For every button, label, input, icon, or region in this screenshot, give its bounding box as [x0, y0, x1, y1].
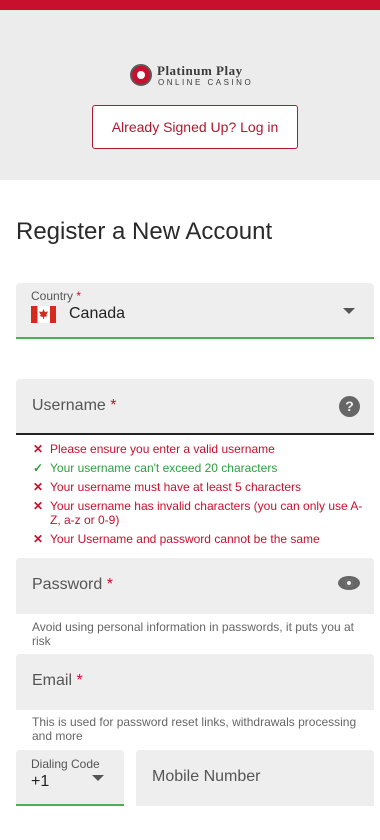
password-hint: Avoid using personal information in pass…: [32, 620, 354, 648]
dialing-code-value: +1: [31, 773, 50, 790]
logo-title: Platinum Play: [157, 63, 243, 78]
dialing-code-label: Dialing Code: [31, 757, 100, 771]
dialing-code-select[interactable]: Dialing Code +1: [16, 750, 124, 806]
chevron-down-icon: [343, 308, 355, 314]
mobile-number-input[interactable]: Mobile Number: [136, 750, 374, 806]
page-title: Register a New Account: [16, 218, 273, 245]
check-icon: ✓: [33, 461, 44, 475]
password-placeholder: Password *: [32, 576, 113, 593]
error-icon: ✕: [33, 499, 44, 513]
username-input[interactable]: Username * ?: [16, 379, 374, 435]
brand-logo[interactable]: Platinum Play ONLINE CASINO: [130, 55, 260, 91]
email-hint: This is used for password reset links, w…: [32, 715, 357, 743]
logo-badge-icon: [130, 64, 152, 86]
canada-flag-icon: [31, 306, 56, 323]
error-icon: ✕: [33, 442, 44, 456]
country-select[interactable]: Country * Canada: [16, 283, 374, 339]
page-header: Platinum Play ONLINE CASINO Already Sign…: [0, 10, 380, 180]
question-icon[interactable]: ?: [339, 396, 360, 417]
logo-subtitle: ONLINE CASINO: [158, 78, 254, 87]
username-rule: ✕ Your Username and password cannot be th…: [33, 532, 320, 546]
chevron-down-icon: [92, 775, 104, 781]
username-rules-list: ✕ Please ensure you enter a valid usernam…: [33, 442, 373, 551]
eye-icon[interactable]: [338, 576, 360, 590]
username-rule: ✕ Your username must have at least 5 char…: [33, 480, 302, 494]
username-rule: ✓ Your username can't exceed 20 character…: [33, 461, 278, 475]
error-icon: ✕: [33, 480, 44, 494]
top-accent-bar: [0, 0, 380, 10]
mobile-placeholder: Mobile Number: [152, 768, 261, 785]
email-placeholder: Email *: [32, 672, 83, 689]
password-input[interactable]: Password *: [16, 558, 374, 614]
username-placeholder: Username *: [32, 397, 117, 414]
email-input[interactable]: Email *: [16, 654, 374, 710]
error-icon: ✕: [33, 532, 44, 546]
username-rule: ✕ Your username has invalid characters (y…: [33, 499, 363, 527]
login-button[interactable]: Already Signed Up? Log in: [92, 105, 298, 149]
username-rule: ✕ Please ensure you enter a valid usernam…: [33, 442, 275, 456]
country-value: Canada: [69, 305, 126, 322]
country-label: Country *: [31, 289, 82, 303]
